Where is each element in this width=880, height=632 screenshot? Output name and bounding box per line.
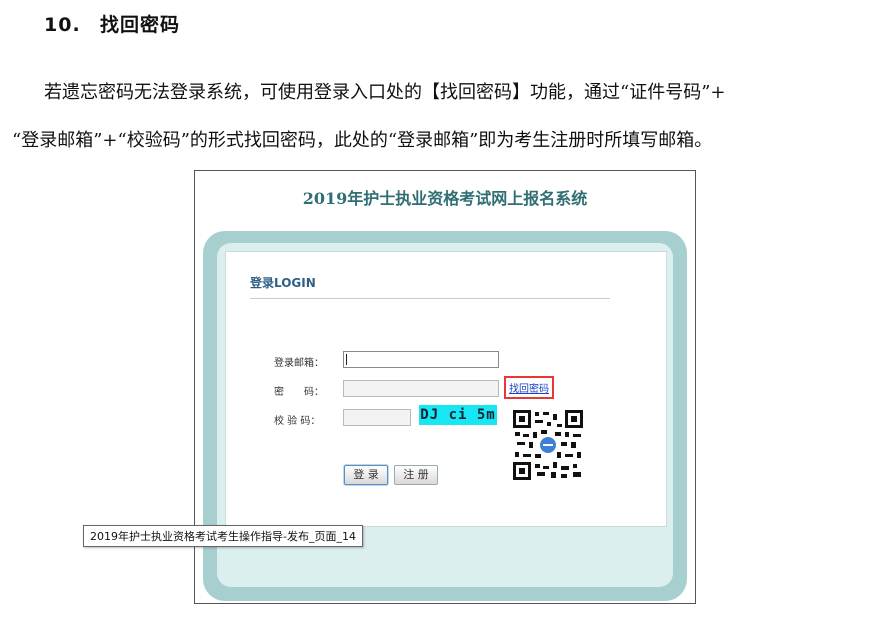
code-label: 校 验 码：: [274, 416, 321, 427]
instruction-line-2: “登录邮箱”+“校验码”的形式找回密码，此处的“登录邮箱”即为考生注册时所填写邮…: [12, 130, 713, 151]
email-input[interactable]: [343, 351, 499, 368]
login-divider: [250, 298, 610, 299]
system-title: 2019年护士执业资格考试网上报名系统: [302, 189, 588, 208]
qr-code-icon: [513, 410, 583, 480]
section-number: 10.: [44, 14, 81, 36]
login-button[interactable]: 登 录: [344, 465, 388, 485]
email-label: 登录邮箱：: [274, 358, 324, 369]
captcha-image[interactable]: DJ ci 5m: [419, 405, 497, 425]
section-heading: 10. 找回密码: [44, 10, 180, 37]
code-input[interactable]: [343, 409, 411, 426]
login-title: 登录LOGIN: [250, 276, 316, 290]
page-tooltip: 2019年护士执业资格考试考生操作指导-发布_页面_14: [83, 525, 363, 547]
instruction-line-1: 若遗忘密码无法登录系统，可使用登录入口处的【找回密码】功能，通过“证件号码”+: [44, 82, 726, 103]
section-title: 找回密码: [100, 14, 181, 36]
login-card: 登录LOGIN 登录邮箱： 密 码： 找回密码 校 验 码： DJ ci 5m: [225, 251, 667, 527]
password-label: 密 码：: [274, 387, 324, 398]
password-input[interactable]: [343, 380, 499, 397]
register-button[interactable]: 注 册: [394, 465, 438, 485]
forgot-password-link[interactable]: 找回密码: [504, 376, 554, 399]
text-caret: [346, 354, 347, 365]
